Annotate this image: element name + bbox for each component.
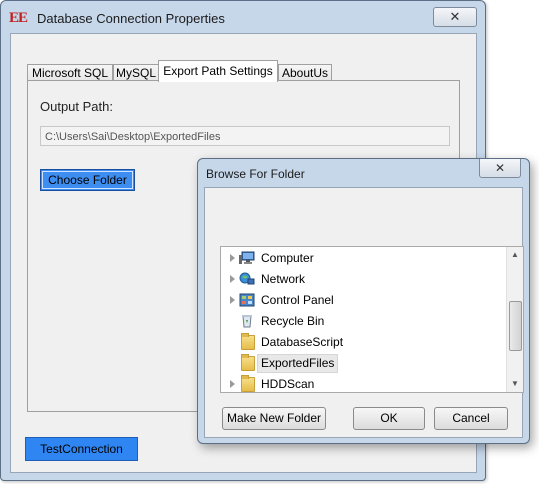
expand-arrow-icon[interactable] [230, 275, 235, 283]
tree-item-label: Control Panel [261, 293, 334, 307]
dialog-client: Computer Network Control Panel Recycle B… [204, 187, 524, 438]
tree-item-label: ExportedFiles [257, 354, 339, 373]
expand-arrow-icon[interactable] [230, 296, 235, 304]
window-title: Database Connection Properties [37, 11, 225, 26]
network-icon [239, 272, 255, 285]
output-path-field[interactable]: C:\Users\Sai\Desktop\ExportedFiles [40, 126, 450, 146]
tree-item-label: DatabaseScript [261, 335, 344, 349]
tree-item-computer[interactable]: Computer [221, 248, 501, 269]
folder-icon [241, 375, 255, 392]
control-panel-icon [239, 293, 255, 307]
close-button[interactable]: ✕ [433, 7, 477, 27]
scroll-up-icon[interactable]: ▲ [507, 247, 523, 263]
tree-item-databasescript[interactable]: DatabaseScript [221, 332, 501, 353]
tree-item-label: Recycle Bin [261, 314, 325, 328]
tree-item-network[interactable]: Network [221, 269, 501, 290]
tree-item-label: Computer [261, 251, 314, 265]
recycle-bin-icon [242, 315, 252, 328]
make-new-folder-button[interactable]: Make New Folder [222, 407, 326, 430]
cancel-button[interactable]: Cancel [434, 407, 508, 430]
browse-for-folder-dialog: Browse For Folder ✕ Computer Network Con… [197, 158, 530, 444]
expand-arrow-icon[interactable] [230, 380, 235, 388]
folder-icon [241, 354, 255, 371]
ok-button[interactable]: OK [353, 407, 425, 430]
test-connection-button[interactable]: TestConnection [25, 437, 138, 461]
tree-item-label: Network [261, 272, 306, 286]
folder-tree-rows: Computer Network Control Panel Recycle B… [221, 247, 507, 392]
scrollbar-thumb[interactable] [509, 301, 522, 351]
expand-arrow-icon[interactable] [230, 254, 235, 262]
folder-tree[interactable]: Computer Network Control Panel Recycle B… [220, 246, 524, 393]
scroll-down-icon[interactable]: ▼ [507, 376, 523, 392]
app-logo-icon: EE [9, 10, 28, 26]
folder-icon [241, 333, 255, 350]
title-bar[interactable]: EE Database Connection Properties ✕ [1, 1, 485, 33]
tree-scrollbar[interactable]: ▲ ▼ [506, 247, 523, 392]
choose-folder-button[interactable]: Choose Folder [40, 169, 135, 191]
dialog-title: Browse For Folder [206, 167, 305, 181]
output-path-label: Output Path: [40, 99, 113, 114]
computer-icon [239, 251, 255, 264]
tree-item-exportedfiles[interactable]: ExportedFiles [221, 353, 501, 374]
dialog-close-button[interactable]: ✕ [479, 159, 521, 178]
tree-item-control-panel[interactable]: Control Panel [221, 290, 501, 311]
tree-item-recycle-bin[interactable]: Recycle Bin [221, 311, 501, 332]
tree-item-label: HDDScan [261, 377, 315, 391]
dialog-description-area [205, 188, 522, 246]
tab-export-path-settings[interactable]: Export Path Settings [158, 60, 278, 82]
tree-item-hddscan[interactable]: HDDScan [221, 374, 501, 392]
